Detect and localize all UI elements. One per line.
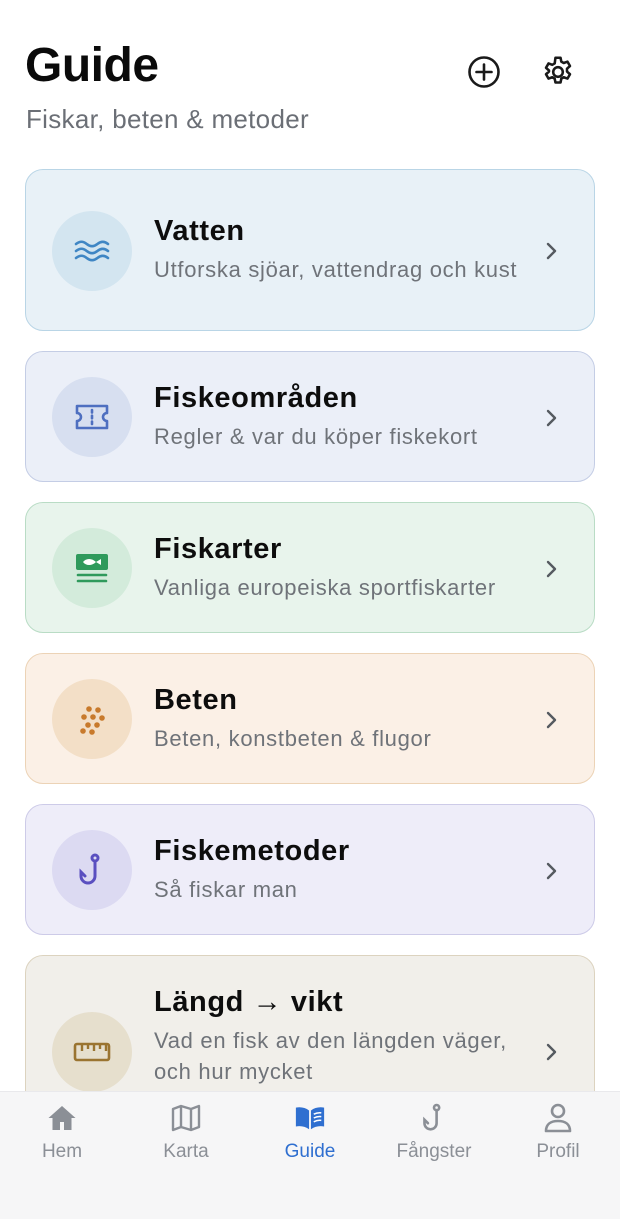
tab-icon (46, 1102, 78, 1134)
chevron-right-icon (546, 711, 557, 729)
card-description: Vanliga europeiska sportfiskarter (154, 575, 496, 600)
card-title: Fiskarter (154, 533, 282, 565)
card-fiskemetoder[interactable]: Fiskemetoder Så fiskar man (25, 804, 595, 935)
card-description: Beten, konstbeten & flugor (154, 726, 432, 751)
card-title: Längd → vikt (154, 986, 344, 1018)
page-subtitle: Fiskar, beten & metoder (26, 104, 309, 134)
card-fiskeomraden[interactable]: Fiskeområden Regler & var du köper fiske… (25, 351, 595, 482)
hook-icon (79, 853, 100, 885)
card-description: Utforska sjöar, vattendrag och kust (154, 257, 518, 282)
tab-icon (170, 1102, 202, 1134)
card-icon-bg (52, 211, 132, 291)
ruler-icon (73, 1042, 111, 1062)
card-description: Vad en fisk av den längden väger, och hu… (154, 1028, 507, 1084)
header: Guide Fiskar, beten & metoder (0, 0, 620, 160)
person-icon (544, 1103, 572, 1133)
card-title: Fiskemetoder (154, 835, 350, 867)
tab-bar: Hem Karta Guide Fångster Profil (0, 1091, 620, 1219)
hook-icon (423, 1103, 441, 1131)
tab-label: Karta (163, 1141, 209, 1162)
tab-hem[interactable]: Hem (0, 1092, 124, 1182)
card-text: Beten Beten, konstbeten & flugor (154, 684, 534, 754)
card-icon-bg (52, 1012, 132, 1091)
tab-label: Profil (536, 1141, 580, 1162)
card-description: Så fiskar man (154, 877, 298, 902)
home-icon (48, 1106, 76, 1130)
chevron-right-icon (546, 1043, 557, 1061)
card-text: Fiskemetoder Så fiskar man (154, 835, 534, 905)
chevron-right-icon (546, 560, 557, 578)
tab-icon (418, 1102, 450, 1134)
plus-circle-icon (468, 56, 500, 88)
tab-fangster[interactable]: Fångster (372, 1092, 496, 1182)
fish-card-icon (76, 554, 108, 583)
card-title: Vatten (154, 215, 245, 247)
bait-dots-icon (80, 706, 105, 735)
card-text: Fiskarter Vanliga europeiska sportfiskar… (154, 533, 534, 603)
tab-karta[interactable]: Karta (124, 1092, 248, 1182)
card-text: Längd → vikt Vad en fisk av den längden … (154, 986, 534, 1087)
guide-list: Vatten Utforska sjöar, vattendrag och ku… (25, 169, 595, 1091)
chevron-right-icon (546, 862, 557, 880)
tab-label: Guide (284, 1141, 336, 1162)
add-button[interactable] (464, 52, 504, 92)
card-description: Regler & var du köper fiskekort (154, 424, 478, 449)
tab-label: Hem (41, 1141, 83, 1162)
tab-icon (542, 1102, 574, 1134)
chevron-right-icon (546, 409, 557, 427)
card-text: Vatten Utforska sjöar, vattendrag och ku… (154, 215, 534, 285)
card-beten[interactable]: Beten Beten, konstbeten & flugor (25, 653, 595, 784)
card-icon-bg (52, 377, 132, 457)
tab-guide[interactable]: Guide (248, 1092, 372, 1182)
page-title: Guide (25, 39, 159, 92)
card-icon-bg (52, 830, 132, 910)
ticket-icon (75, 404, 109, 430)
card-fiskarter[interactable]: Fiskarter Vanliga europeiska sportfiskar… (25, 502, 595, 633)
settings-button[interactable] (538, 52, 578, 92)
gear-icon (544, 56, 572, 84)
card-vatten[interactable]: Vatten Utforska sjöar, vattendrag och ku… (25, 169, 595, 331)
card-title: Beten (154, 684, 238, 716)
map-icon (171, 1104, 201, 1132)
card-langd-vikt[interactable]: Längd → vikt Vad en fisk av den längden … (25, 955, 595, 1091)
tab-profil[interactable]: Profil (496, 1092, 620, 1182)
card-title: Fiskeområden (154, 382, 358, 414)
card-icon-bg (52, 528, 132, 608)
card-icon-bg (52, 679, 132, 759)
tab-label: Fångster (396, 1141, 472, 1162)
tab-icon (294, 1102, 326, 1134)
waves-icon (74, 240, 110, 262)
chevron-right-icon (546, 242, 557, 260)
book-icon (295, 1107, 325, 1130)
card-text: Fiskeområden Regler & var du köper fiske… (154, 382, 534, 452)
